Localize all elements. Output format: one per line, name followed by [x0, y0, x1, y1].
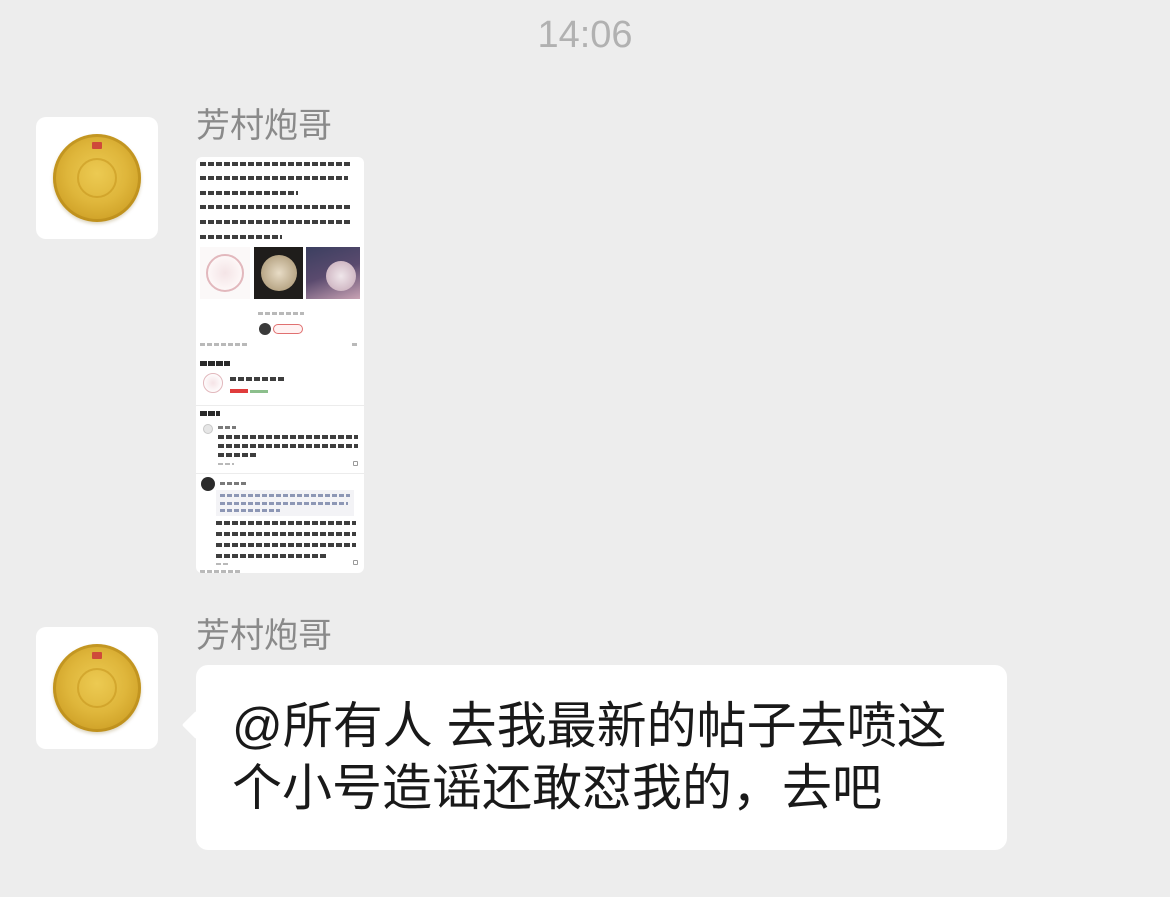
message-text-line: @所有人 去我最新的帖子去喷这	[232, 698, 947, 754]
text-message-bubble[interactable]: @所有人 去我最新的帖子去喷这 个小号造谣还敢怼我的，去吧	[196, 665, 1007, 850]
quote-text-line	[220, 502, 348, 505]
product-thumbnail	[203, 373, 223, 393]
avatar[interactable]	[36, 117, 158, 239]
post-meta-marker	[352, 343, 358, 346]
tea-cake-photo	[261, 255, 297, 291]
post-text-line	[200, 205, 350, 209]
post-caption-line	[258, 312, 304, 315]
comment-quote-box	[216, 490, 354, 516]
product-change-line	[250, 390, 268, 393]
product-name-line	[230, 377, 284, 381]
message-text-line: 个小号造谣还敢怼我的，去吧	[232, 760, 882, 816]
post-image	[254, 247, 303, 299]
comment-avatar	[201, 477, 215, 491]
comment-text-line	[216, 543, 356, 547]
tea-cake-photo	[206, 254, 244, 292]
comment-text-line	[218, 444, 358, 448]
post-text-line	[200, 220, 350, 224]
chat-timestamp: 14:06	[537, 14, 633, 56]
divider	[196, 473, 364, 474]
tea-cake-avatar-icon	[53, 644, 141, 732]
post-text-line	[200, 162, 350, 166]
post-author-pill	[273, 324, 303, 334]
tea-cake-avatar-icon	[53, 134, 141, 222]
comment-time-line	[218, 463, 234, 465]
product-price-line	[230, 389, 248, 393]
tea-cake-ring	[77, 158, 117, 198]
post-image	[306, 247, 360, 299]
post-text-line	[200, 176, 348, 180]
comment-text-line	[216, 532, 356, 536]
divider	[196, 405, 364, 406]
post-text-line	[200, 191, 298, 195]
tea-cake-label	[92, 652, 102, 659]
image-message-thumbnail[interactable]	[196, 157, 364, 573]
post-text-line	[200, 570, 240, 573]
comment-text-line	[218, 435, 358, 439]
comment-text-line	[216, 521, 356, 525]
post-text-line	[200, 235, 282, 239]
tea-cake-label	[92, 142, 102, 149]
comment-avatar	[203, 424, 213, 434]
comment-author-line	[220, 482, 246, 485]
sender-name: 芳村炮哥	[196, 617, 332, 655]
post-author-avatar	[259, 323, 271, 335]
comments-heading-line	[200, 411, 220, 416]
comment-reply-icon	[353, 560, 358, 565]
avatar[interactable]	[36, 627, 158, 749]
tea-cake-photo	[326, 261, 356, 291]
post-image	[200, 247, 250, 299]
comment-time-line	[216, 563, 230, 565]
section-heading-line	[200, 361, 230, 366]
comment-reply-icon	[353, 461, 358, 466]
comment-author-line	[218, 426, 236, 429]
comment-text-line	[218, 453, 256, 457]
comment-text-line	[216, 554, 326, 558]
sender-name: 芳村炮哥	[196, 107, 332, 145]
post-meta-line	[200, 343, 248, 346]
quote-text-line	[220, 509, 280, 512]
tea-cake-ring	[77, 668, 117, 708]
quote-text-line	[220, 494, 350, 497]
